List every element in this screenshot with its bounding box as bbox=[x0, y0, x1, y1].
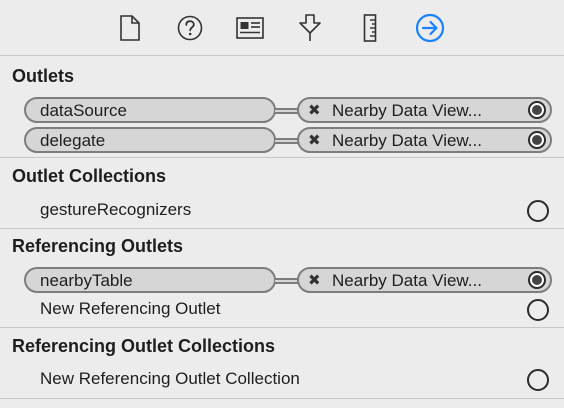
new-referencing-outlet-collection-label: New Referencing Outlet Collection bbox=[40, 369, 300, 388]
connection-line bbox=[275, 138, 299, 144]
outlet-collection-row: gestureRecognizers bbox=[0, 196, 564, 226]
new-referencing-outlet-label: New Referencing Outlet bbox=[40, 299, 221, 318]
outlet-target: Nearby Data View... bbox=[332, 131, 482, 150]
referencing-outlet-name-pill[interactable]: nearbyTable bbox=[24, 267, 276, 293]
referencing-outlet-target-pill[interactable]: ✖ Nearby Data View... bbox=[297, 267, 552, 293]
connections-icon[interactable] bbox=[415, 13, 445, 43]
outlet-row-datasource: dataSource ✖ Nearby Data View... bbox=[0, 95, 564, 125]
size-ruler-icon[interactable] bbox=[355, 14, 385, 42]
referencing-outlet-name: nearbyTable bbox=[40, 271, 133, 290]
section-divider bbox=[0, 398, 564, 399]
referencing-outlet-row: nearbyTable ✖ Nearby Data View... bbox=[0, 265, 564, 295]
outlet-collection-name: gestureRecognizers bbox=[40, 200, 192, 219]
connection-line bbox=[275, 278, 299, 284]
inspector-toolbar bbox=[0, 0, 564, 56]
referencing-outlets-title: Referencing Outlets bbox=[12, 236, 184, 256]
outlet-target-pill[interactable]: ✖ Nearby Data View... bbox=[297, 127, 552, 153]
outlet-name-pill[interactable]: dataSource bbox=[24, 97, 276, 123]
remove-connection-icon[interactable]: ✖ bbox=[308, 101, 321, 119]
outlet-target-pill[interactable]: ✖ Nearby Data View... bbox=[297, 97, 552, 123]
new-referencing-outlet-row: New Referencing Outlet bbox=[0, 295, 564, 325]
empty-connection-circle-icon[interactable] bbox=[527, 369, 549, 391]
outlet-collections-title: Outlet Collections bbox=[12, 166, 167, 186]
outlet-name: dataSource bbox=[40, 101, 127, 120]
file-icon[interactable] bbox=[115, 14, 145, 42]
outlets-title: Outlets bbox=[12, 66, 75, 86]
help-icon[interactable] bbox=[175, 14, 205, 42]
empty-connection-circle-icon[interactable] bbox=[527, 200, 549, 222]
connected-circle-icon[interactable] bbox=[528, 101, 546, 119]
outlet-row-delegate: delegate ✖ Nearby Data View... bbox=[0, 125, 564, 155]
section-divider bbox=[0, 327, 564, 328]
outlet-target: Nearby Data View... bbox=[332, 101, 482, 120]
empty-connection-circle-icon[interactable] bbox=[527, 299, 549, 321]
outlet-name: delegate bbox=[40, 131, 106, 150]
new-referencing-outlet-collection-row: New Referencing Outlet Collection bbox=[0, 365, 564, 395]
section-divider bbox=[0, 228, 564, 229]
connected-circle-icon[interactable] bbox=[528, 131, 546, 149]
section-divider bbox=[0, 157, 564, 158]
attributes-icon[interactable] bbox=[295, 14, 325, 42]
identity-icon[interactable] bbox=[235, 14, 265, 42]
remove-connection-icon[interactable]: ✖ bbox=[308, 131, 321, 149]
remove-connection-icon[interactable]: ✖ bbox=[308, 271, 321, 289]
connection-line bbox=[275, 108, 299, 114]
outlet-name-pill[interactable]: delegate bbox=[24, 127, 276, 153]
referencing-outlet-collections-title: Referencing Outlet Collections bbox=[12, 336, 276, 356]
connected-circle-icon[interactable] bbox=[528, 271, 546, 289]
referencing-outlet-target: Nearby Data View... bbox=[332, 271, 482, 290]
